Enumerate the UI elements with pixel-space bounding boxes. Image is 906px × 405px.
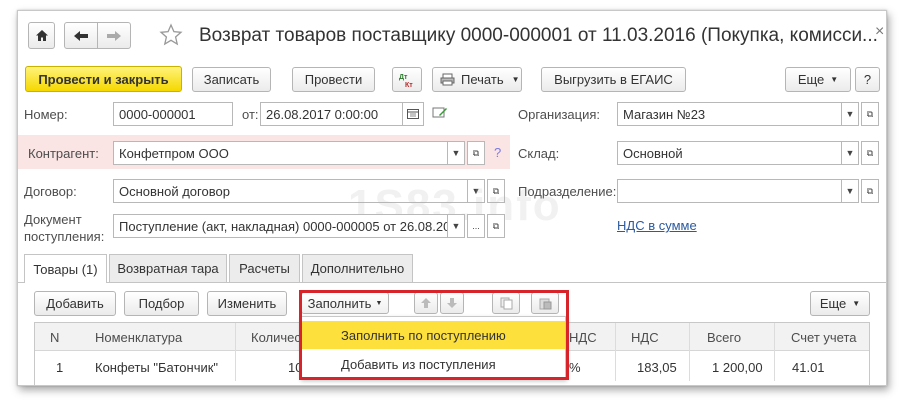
calendar-button[interactable] <box>402 102 424 126</box>
receipt-document-field[interactable]: Поступление (акт, накладная) 0000-000005… <box>113 214 448 238</box>
cell-total[interactable]: 1 200,00 <box>712 355 763 379</box>
svg-text:Дт: Дт <box>399 74 408 81</box>
close-icon[interactable]: × <box>875 23 884 41</box>
table-more-label: Еще <box>819 296 847 311</box>
forward-button[interactable] <box>97 22 131 49</box>
organization-open-icon[interactable]: ⧉ <box>861 102 879 126</box>
column-header-account[interactable]: Счет учета <box>791 323 857 351</box>
cell-vat[interactable]: 183,05 <box>637 355 677 379</box>
cell-account[interactable]: 41.01 <box>792 355 825 379</box>
tab-goods[interactable]: Товары (1) <box>24 254 107 283</box>
chevron-down-icon: ▼ <box>511 75 520 84</box>
cell-item[interactable]: Конфеты "Батончик" <box>95 355 218 379</box>
column-header-n[interactable]: N <box>50 323 59 351</box>
division-field[interactable] <box>617 179 842 203</box>
chevron-down-icon: ▼ <box>830 75 839 84</box>
receipt-select-button[interactable]: ... <box>467 214 485 238</box>
division-dropdown[interactable]: ▼ <box>841 179 859 203</box>
more-button[interactable]: Еще ▼ <box>785 67 851 92</box>
select-button[interactable]: Подбор <box>124 291 199 316</box>
date-field[interactable]: 26.08.2017 0:00:00 <box>260 102 403 126</box>
warehouse-field[interactable]: Основной <box>617 141 842 165</box>
document-window: Возврат товаров поставщику 0000-000001 о… <box>17 10 887 386</box>
home-button[interactable] <box>28 22 55 49</box>
organization-label: Организация: <box>518 107 601 122</box>
column-header-item[interactable]: Номенклатура <box>95 323 182 351</box>
home-icon <box>35 30 48 41</box>
print-label: Печать <box>461 72 504 87</box>
receipt-label-line2: поступления: <box>24 229 105 244</box>
calendar-icon <box>407 109 419 119</box>
receipt-label-line1: Документ <box>24 212 82 227</box>
number-field[interactable]: 0000-000001 <box>113 102 233 126</box>
cell-n[interactable]: 1 <box>56 355 63 379</box>
dt-kt-icon: ДтКт <box>399 74 413 89</box>
tab-payments[interactable]: Расчеты <box>229 254 300 282</box>
cell-vat-rate[interactable]: % <box>569 355 581 379</box>
contract-label: Договор: <box>24 184 77 199</box>
table-more-button[interactable]: Еще ▼ <box>810 291 870 316</box>
receipt-open-icon[interactable]: ⧉ <box>487 214 505 238</box>
post-and-close-button[interactable]: Провести и закрыть <box>25 66 182 92</box>
column-header-total[interactable]: Всего <box>707 323 741 351</box>
post-button[interactable]: Провести <box>292 67 375 92</box>
edit-number-icon[interactable] <box>432 106 448 123</box>
printer-icon <box>440 73 455 86</box>
division-open-icon[interactable]: ⧉ <box>861 179 879 203</box>
window-title: Возврат товаров поставщику 0000-000001 о… <box>199 25 878 46</box>
organization-dropdown[interactable]: ▼ <box>841 102 859 126</box>
counterparty-dropdown[interactable]: ▼ <box>447 141 465 165</box>
counterparty-label: Контрагент: <box>28 146 99 161</box>
chevron-down-icon: ▼ <box>852 299 861 308</box>
column-header-vat-rate[interactable]: НДС <box>569 323 597 351</box>
receipt-dropdown[interactable]: ▼ <box>447 214 465 238</box>
warehouse-dropdown[interactable]: ▼ <box>841 141 859 165</box>
svg-text:Кт: Кт <box>405 82 413 89</box>
warehouse-label: Склад: <box>518 146 560 161</box>
question-mark-icon[interactable]: ? <box>494 145 501 160</box>
vat-in-sum-link[interactable]: НДС в сумме <box>617 218 697 233</box>
tab-returnable-packaging[interactable]: Возвратная тара <box>109 254 227 282</box>
date-label: от: <box>242 107 259 122</box>
tab-additional[interactable]: Дополнительно <box>302 254 413 282</box>
edit-button[interactable]: Изменить <box>207 291 287 316</box>
highlight-frame <box>299 290 569 380</box>
help-button[interactable]: ? <box>855 67 880 92</box>
print-button[interactable]: Печать ▼ <box>432 67 522 92</box>
organization-field[interactable]: Магазин №23 <box>617 102 842 126</box>
counterparty-field[interactable]: Конфетпром ООО <box>113 141 448 165</box>
back-button[interactable] <box>64 22 98 49</box>
tabs-baseline <box>18 282 886 283</box>
arrow-right-icon <box>107 30 121 41</box>
dt-kt-button[interactable]: Дт Кт <box>392 67 422 92</box>
favorite-star-icon[interactable] <box>159 23 183 47</box>
column-header-quantity[interactable]: Количес <box>251 323 301 351</box>
arrow-left-icon <box>74 30 88 41</box>
warehouse-open-icon[interactable]: ⧉ <box>861 141 879 165</box>
more-label: Еще <box>797 72 825 87</box>
column-header-vat[interactable]: НДС <box>631 323 659 351</box>
add-button[interactable]: Добавить <box>34 291 116 316</box>
counterparty-open-icon[interactable]: ⧉ <box>467 141 485 165</box>
number-label: Номер: <box>24 107 68 122</box>
save-button[interactable]: Записать <box>192 67 271 92</box>
egais-export-button[interactable]: Выгрузить в ЕГАИС <box>541 67 686 92</box>
